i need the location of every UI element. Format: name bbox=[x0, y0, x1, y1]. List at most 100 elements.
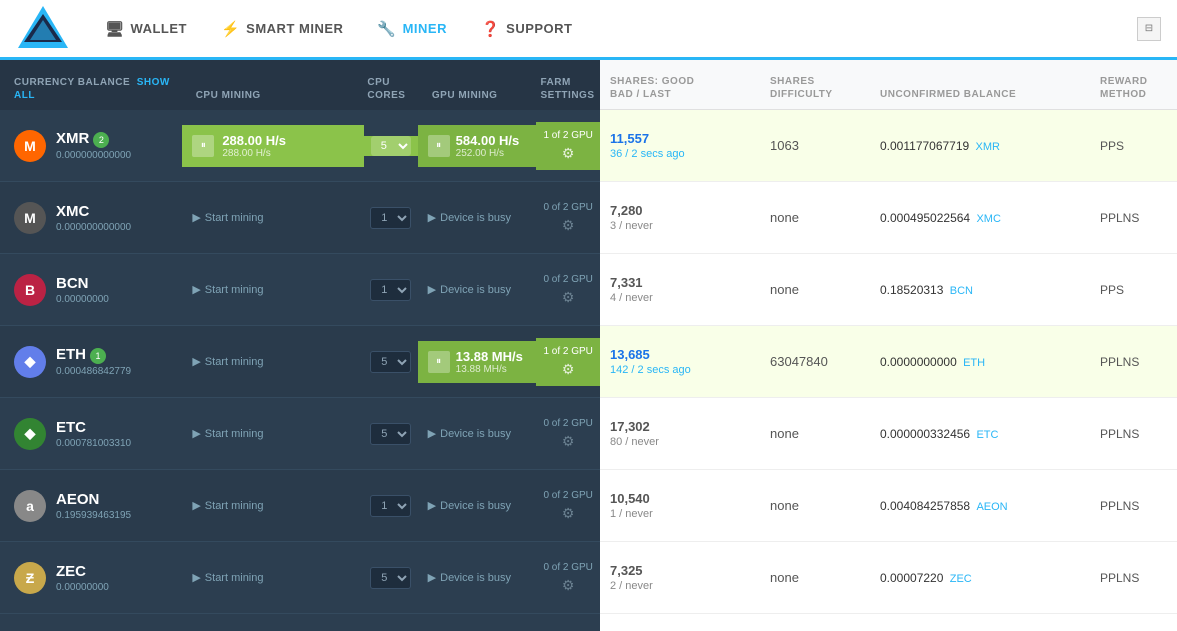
cpu-cores-select-eth[interactable]: 5 bbox=[370, 351, 411, 373]
gpu-cell-xmc: ▶ Device is busy bbox=[418, 203, 537, 232]
cpu-cores-select-xmc[interactable]: 1 bbox=[370, 207, 411, 229]
settings-icon-etc[interactable]: ⚙ bbox=[562, 433, 575, 450]
currency-badge-xmr: 2 bbox=[93, 132, 109, 148]
right-panel: SHARES: GOOD BAD / LAST SHARES DIFFICULT… bbox=[600, 60, 1177, 631]
rcell-shares-zec: 7,325 2 / never bbox=[600, 555, 760, 600]
rcell-shares-xmc: 7,280 3 / never bbox=[600, 195, 760, 240]
rcell-shares-eth: 13,685 142 / 2 secs ago bbox=[600, 339, 760, 384]
play-icon: ▶ bbox=[192, 211, 200, 224]
rcell-reward-bcn: PPS bbox=[1090, 275, 1177, 305]
gpu-start-btn-aeon[interactable]: ▶ Device is busy bbox=[428, 499, 511, 512]
cpu-start-btn-bcn[interactable]: ▶ Start mining bbox=[192, 283, 263, 296]
currency-cell-etc: ◆ ETC 0.000781003310 bbox=[0, 408, 182, 460]
col-header-farm: FARM SETTINGS bbox=[536, 76, 600, 102]
play-icon-gpu: ▶ bbox=[428, 427, 436, 440]
left-panel: CURRENCY BALANCE Show all CPU MINING CPU… bbox=[0, 60, 600, 631]
left-col-headers: CURRENCY BALANCE Show all CPU MINING CPU… bbox=[0, 60, 600, 110]
settings-icon-bcn[interactable]: ⚙ bbox=[562, 289, 575, 306]
nav-smart-miner[interactable]: ⚡ SMART MINER bbox=[207, 14, 357, 44]
settings-icon-zec[interactable]: ⚙ bbox=[562, 577, 575, 594]
rcell-unconfirmed-zec: 0.00007220 ZEC bbox=[870, 563, 1090, 593]
currency-icon-etc: ◆ bbox=[14, 418, 46, 450]
rcol-header-reward: REWARD METHOD bbox=[1090, 75, 1177, 101]
rcell-diff-aeon: none bbox=[760, 490, 870, 521]
right-col-headers: SHARES: GOOD BAD / LAST SHARES DIFFICULT… bbox=[600, 60, 1177, 110]
gpu-start-btn-etc[interactable]: ▶ Device is busy bbox=[428, 427, 511, 440]
gpu-cell-eth: ⏸ 13.88 MH/s 13.88 MH/s bbox=[418, 341, 537, 383]
cpu-cell-zec: ▶ Start mining bbox=[182, 563, 364, 592]
gpu-start-btn-zec[interactable]: ▶ Device is busy bbox=[428, 571, 511, 584]
cpu-cores-select-zec[interactable]: 5 bbox=[370, 567, 411, 589]
topnav-right: ⊟ bbox=[1137, 17, 1161, 41]
cpu-start-btn-zec[interactable]: ▶ Start mining bbox=[192, 571, 263, 584]
logo bbox=[16, 2, 91, 55]
gpu-pause-btn-xmr[interactable]: ⏸ bbox=[428, 135, 450, 157]
gpu-cell-xmr: ⏸ 584.00 H/s 252.00 H/s bbox=[418, 125, 537, 167]
minimize-button[interactable]: ⊟ bbox=[1137, 17, 1161, 41]
rcell-reward-xmc: PPLNS bbox=[1090, 203, 1177, 233]
reward-header: REWARD METHOD bbox=[1100, 75, 1170, 101]
nav-smart-miner-label: SMART MINER bbox=[246, 21, 343, 36]
settings-icon-xmr[interactable]: ⚙ bbox=[562, 145, 575, 162]
cpu-cores-select-etc[interactable]: 5 bbox=[370, 423, 411, 445]
rcol-header-unconfirmed: UNCONFIRMED BALANCE bbox=[870, 88, 1090, 101]
play-icon: ▶ bbox=[192, 571, 200, 584]
rcell-diff-bcn: none bbox=[760, 274, 870, 305]
col-header-cpu-cores: CPU CORES bbox=[363, 76, 417, 102]
gpu-start-btn-bcn[interactable]: ▶ Device is busy bbox=[428, 283, 511, 296]
cpu-start-btn-eth[interactable]: ▶ Start mining bbox=[192, 355, 263, 368]
settings-icon-eth[interactable]: ⚙ bbox=[562, 361, 575, 378]
currency-icon-xmr: M bbox=[14, 130, 46, 162]
play-icon: ▶ bbox=[192, 427, 200, 440]
cpu-pause-btn-xmr[interactable]: ⏸ bbox=[192, 135, 214, 157]
rcell-shares-etc: 17,302 80 / never bbox=[600, 411, 760, 456]
farm-settings-header: FARM SETTINGS bbox=[540, 76, 600, 102]
currency-row-zec: Ƶ ZEC 0.00000000 ▶ Start mining 5 ▶ Devi… bbox=[0, 542, 600, 614]
currency-name-xmc: XMC bbox=[56, 203, 89, 220]
cpu-cores-select-aeon[interactable]: 1 bbox=[370, 495, 411, 517]
rcell-unconfirmed-xmr: 0.001177067719 XMR bbox=[870, 131, 1090, 161]
rcell-reward-etc: PPLNS bbox=[1090, 419, 1177, 449]
rcol-header-shares-diff: SHARES DIFFICULTY bbox=[760, 75, 870, 101]
currency-cell-bcn: B BCN 0.00000000 bbox=[0, 264, 182, 316]
unconfirmed-header: UNCONFIRMED BALANCE bbox=[880, 88, 1080, 101]
gpu-mining-header: GPU MINING bbox=[432, 89, 537, 102]
currency-name-xmr: XMR bbox=[56, 130, 89, 147]
rcell-diff-xmr: 1063 bbox=[760, 130, 870, 161]
right-row-xmc: 7,280 3 / never none 0.000495022564 XMC … bbox=[600, 182, 1177, 254]
currency-name-eth: ETH bbox=[56, 346, 86, 363]
right-row-aeon: 10,540 1 / never none 0.004084257858 AEO… bbox=[600, 470, 1177, 542]
cpu-cores-select-xmr[interactable]: 5 bbox=[371, 136, 411, 156]
gpu-start-btn-xmc[interactable]: ▶ Device is busy bbox=[428, 211, 511, 224]
nav-wallet-label: WALLET bbox=[131, 21, 187, 36]
farm-cell-zec: 0 of 2 GPU ⚙ bbox=[536, 554, 600, 602]
farm-cell-xmr: 1 of 2 GPU ⚙ bbox=[536, 122, 600, 170]
cpu-cores-cell-xmr: 5 bbox=[364, 136, 418, 156]
settings-icon-xmc[interactable]: ⚙ bbox=[562, 217, 575, 234]
cpu-cores-header: CPU CORES bbox=[367, 76, 417, 102]
currency-balance-xmc: 0.000000000000 bbox=[56, 222, 131, 233]
nav-wallet[interactable]: 🖥 WALLET bbox=[91, 14, 201, 44]
nav-miner[interactable]: 🔧 MINER bbox=[363, 14, 461, 44]
farm-cell-aeon: 0 of 2 GPU ⚙ bbox=[536, 482, 600, 530]
rcell-reward-xmr: PPS bbox=[1090, 131, 1177, 161]
play-icon-gpu: ▶ bbox=[428, 571, 436, 584]
shares-diff-header: SHARES DIFFICULTY bbox=[770, 75, 860, 101]
miner-icon: 🔧 bbox=[377, 20, 396, 38]
cpu-cores-cell-zec: 5 bbox=[364, 567, 418, 589]
cpu-start-btn-aeon[interactable]: ▶ Start mining bbox=[192, 499, 263, 512]
main-content: CURRENCY BALANCE Show all CPU MINING CPU… bbox=[0, 60, 1177, 631]
currency-balance-etc: 0.000781003310 bbox=[56, 438, 131, 449]
play-icon: ▶ bbox=[192, 499, 200, 512]
cpu-start-btn-xmc[interactable]: ▶ Start mining bbox=[192, 211, 263, 224]
nav-items: 🖥 WALLET ⚡ SMART MINER 🔧 MINER ❓ SUPPORT bbox=[91, 14, 1137, 44]
cpu-cores-select-bcn[interactable]: 1 bbox=[370, 279, 411, 301]
currency-row-aeon: a AEON 0.195939463195 ▶ Start mining 1 ▶… bbox=[0, 470, 600, 542]
lightning-icon: ⚡ bbox=[221, 20, 240, 38]
nav-support[interactable]: ❓ SUPPORT bbox=[467, 14, 587, 44]
gpu-pause-btn-eth[interactable]: ⏸ bbox=[428, 351, 450, 373]
currency-name-etc: ETC bbox=[56, 419, 86, 436]
settings-icon-aeon[interactable]: ⚙ bbox=[562, 505, 575, 522]
currency-cell-xmc: M XMC 0.000000000000 bbox=[0, 192, 182, 244]
cpu-start-btn-etc[interactable]: ▶ Start mining bbox=[192, 427, 263, 440]
